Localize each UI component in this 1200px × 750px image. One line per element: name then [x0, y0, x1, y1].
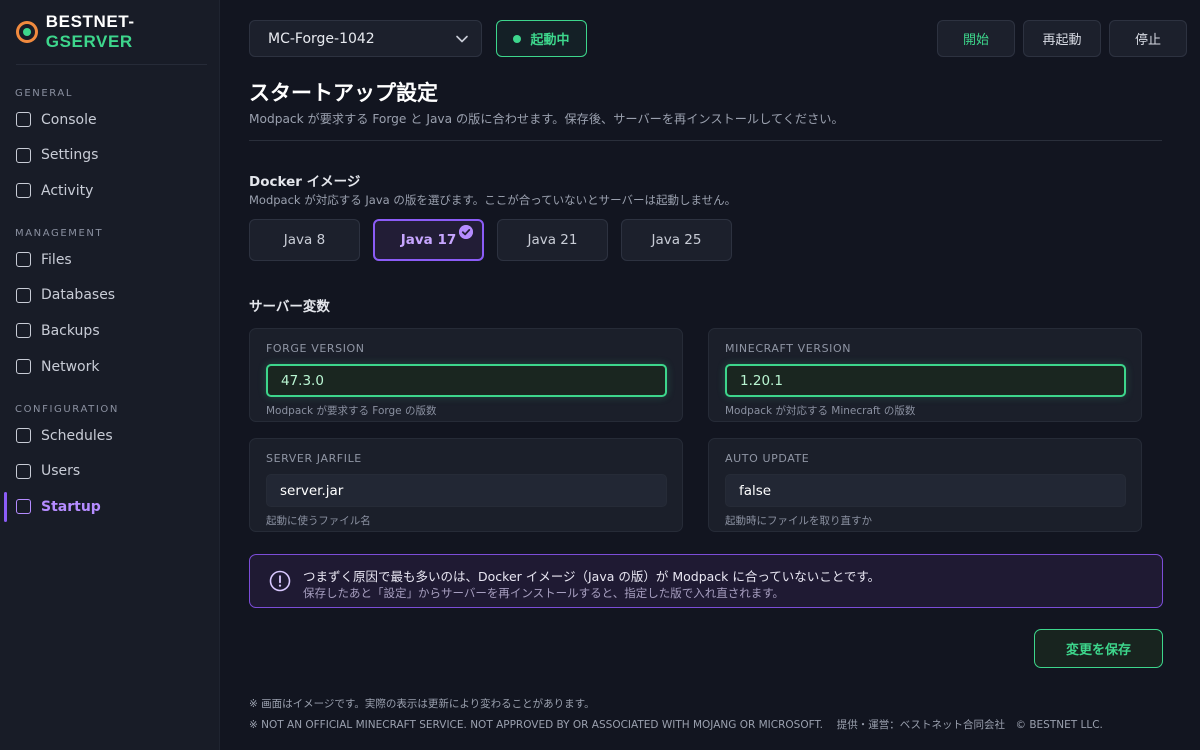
- variable-card-minecraft-version: MINECRAFT VERSION 1.20.1 Modpack が対応する M…: [708, 328, 1142, 422]
- variable-card-auto-update: AUTO UPDATE false 起動時にファイルを取り直すか: [708, 438, 1142, 532]
- header-divider: [249, 140, 1162, 141]
- docker-option-java-25[interactable]: Java 25: [621, 219, 732, 261]
- minecraft-version-input[interactable]: 1.20.1: [725, 364, 1126, 397]
- status-text: 起動中: [530, 33, 570, 48]
- network-icon: [16, 359, 31, 375]
- sidebar-item-label: Files: [41, 251, 72, 268]
- notice-text: つまずく原因で最も多いのは、Docker イメージ（Java の版）が Modp…: [303, 569, 881, 584]
- info-icon: [269, 570, 291, 592]
- nav-heading-general: GENERAL: [15, 88, 74, 99]
- sidebar-item-databases[interactable]: Databases: [0, 278, 220, 314]
- page-subtitle: Modpack が要求する Forge と Java の版に合わせます。保存後、…: [249, 112, 844, 126]
- nav-heading-management: MANAGEMENT: [15, 228, 104, 239]
- docker-option-label: Java 25: [651, 232, 702, 248]
- variable-help: Modpack が要求する Forge の版数: [266, 405, 437, 417]
- sidebar-item-startup[interactable]: Startup: [0, 489, 220, 525]
- variable-help: Modpack が対応する Minecraft の版数: [725, 405, 916, 417]
- nav-section-configuration: CONFIGURATION Schedules Users Startup: [0, 402, 220, 525]
- server-select[interactable]: MC-Forge-1042: [249, 20, 482, 57]
- variable-label: FORGE VERSION: [266, 342, 365, 355]
- page-title: スタートアップ設定: [249, 81, 438, 105]
- notice-subtext: 保存したあと「設定」からサーバーを再インストールすると、指定した版で入れ直されま…: [303, 586, 785, 600]
- sidebar-item-activity[interactable]: Activity: [0, 173, 220, 209]
- docker-section-title: Docker イメージ: [249, 174, 361, 190]
- users-icon: [16, 463, 31, 479]
- sidebar-item-label: Users: [41, 463, 81, 480]
- notice-banner: つまずく原因で最も多いのは、Docker イメージ（Java の版）が Modp…: [249, 554, 1163, 608]
- variable-label: SERVER JARFILE: [266, 452, 362, 465]
- footer-legal: ※ NOT AN OFFICIAL MINECRAFT SERVICE. NOT…: [249, 719, 1103, 731]
- schedules-icon: [16, 428, 31, 444]
- sidebar-item-network[interactable]: Network: [0, 349, 220, 385]
- docker-option-label: Java 21: [527, 232, 578, 248]
- server-select-value: MC-Forge-1042: [268, 30, 375, 47]
- backups-icon: [16, 323, 31, 339]
- sidebar-divider: [16, 64, 207, 65]
- docker-option-java-21[interactable]: Java 21: [497, 219, 608, 261]
- sidebar-item-label: Schedules: [41, 427, 113, 444]
- variable-help: 起動に使うファイル名: [266, 515, 371, 527]
- sidebar-item-label: Console: [41, 111, 97, 128]
- sidebar-item-label: Databases: [41, 287, 116, 304]
- sidebar-item-label: Activity: [41, 182, 94, 199]
- docker-section-description: Modpack が対応する Java の版を選びます。ここが合っていないとサーバ…: [249, 193, 737, 207]
- settings-icon: [16, 147, 31, 163]
- console-icon: [16, 112, 31, 128]
- sidebar-item-schedules[interactable]: Schedules: [0, 418, 220, 454]
- app-root: BESTNET-GSERVER GENERAL Console Settings…: [0, 0, 1200, 750]
- save-changes-button[interactable]: 変更を保存: [1034, 629, 1163, 668]
- restart-button[interactable]: 再起動: [1023, 20, 1101, 57]
- sidebar-item-label: Startup: [41, 498, 101, 515]
- start-button[interactable]: 開始: [937, 20, 1015, 57]
- sidebar: BESTNET-GSERVER GENERAL Console Settings…: [0, 0, 220, 750]
- variable-card-server-jarfile: SERVER JARFILE server.jar 起動に使うファイル名: [249, 438, 683, 532]
- variable-label: MINECRAFT VERSION: [725, 342, 852, 355]
- sidebar-item-label: Network: [41, 358, 100, 375]
- files-icon: [16, 252, 31, 268]
- variables-section-title: サーバー変数: [249, 299, 330, 315]
- sidebar-item-users[interactable]: Users: [0, 454, 220, 490]
- brand-name: BESTNET-GSERVER: [45, 12, 135, 51]
- nav-section-management: MANAGEMENT Files Databases Backups Netwo…: [0, 226, 220, 384]
- sidebar-item-files[interactable]: Files: [0, 242, 220, 278]
- forge-version-input[interactable]: 47.3.0: [266, 364, 667, 397]
- docker-option-java-17[interactable]: Java 17: [373, 219, 484, 261]
- status-dot-icon: [513, 34, 522, 43]
- sidebar-item-backups[interactable]: Backups: [0, 313, 220, 349]
- nav-section-general: GENERAL Console Settings Activity: [0, 86, 220, 209]
- status-badge: 起動中: [496, 20, 587, 57]
- sidebar-item-console[interactable]: Console: [0, 102, 220, 138]
- variable-help: 起動時にファイルを取り直すか: [725, 515, 872, 527]
- chevron-down-icon: [456, 35, 468, 43]
- variable-label: AUTO UPDATE: [725, 452, 810, 465]
- variable-card-forge-version: FORGE VERSION 47.3.0 Modpack が要求する Forge…: [249, 328, 683, 422]
- brand-logo-icon: [16, 21, 38, 43]
- activity-icon: [16, 183, 31, 199]
- docker-option-label: Java 8: [283, 232, 326, 248]
- sidebar-item-label: Settings: [41, 147, 99, 164]
- checkmark-icon: [459, 225, 473, 239]
- sidebar-item-label: Backups: [41, 322, 100, 339]
- nav-heading-configuration: CONFIGURATION: [15, 404, 119, 415]
- docker-option-label: Java 17: [400, 232, 457, 248]
- sidebar-item-settings[interactable]: Settings: [0, 138, 220, 174]
- stop-button[interactable]: 停止: [1109, 20, 1187, 57]
- auto-update-input[interactable]: false: [725, 474, 1126, 507]
- footer-note: ※ 画面はイメージです。実際の表示は更新により変わることがあります。: [249, 698, 595, 710]
- brand[interactable]: BESTNET-GSERVER: [16, 12, 219, 51]
- startup-icon: [16, 499, 31, 515]
- docker-option-java-8[interactable]: Java 8: [249, 219, 360, 261]
- server-jarfile-input[interactable]: server.jar: [266, 474, 667, 507]
- databases-icon: [16, 287, 31, 303]
